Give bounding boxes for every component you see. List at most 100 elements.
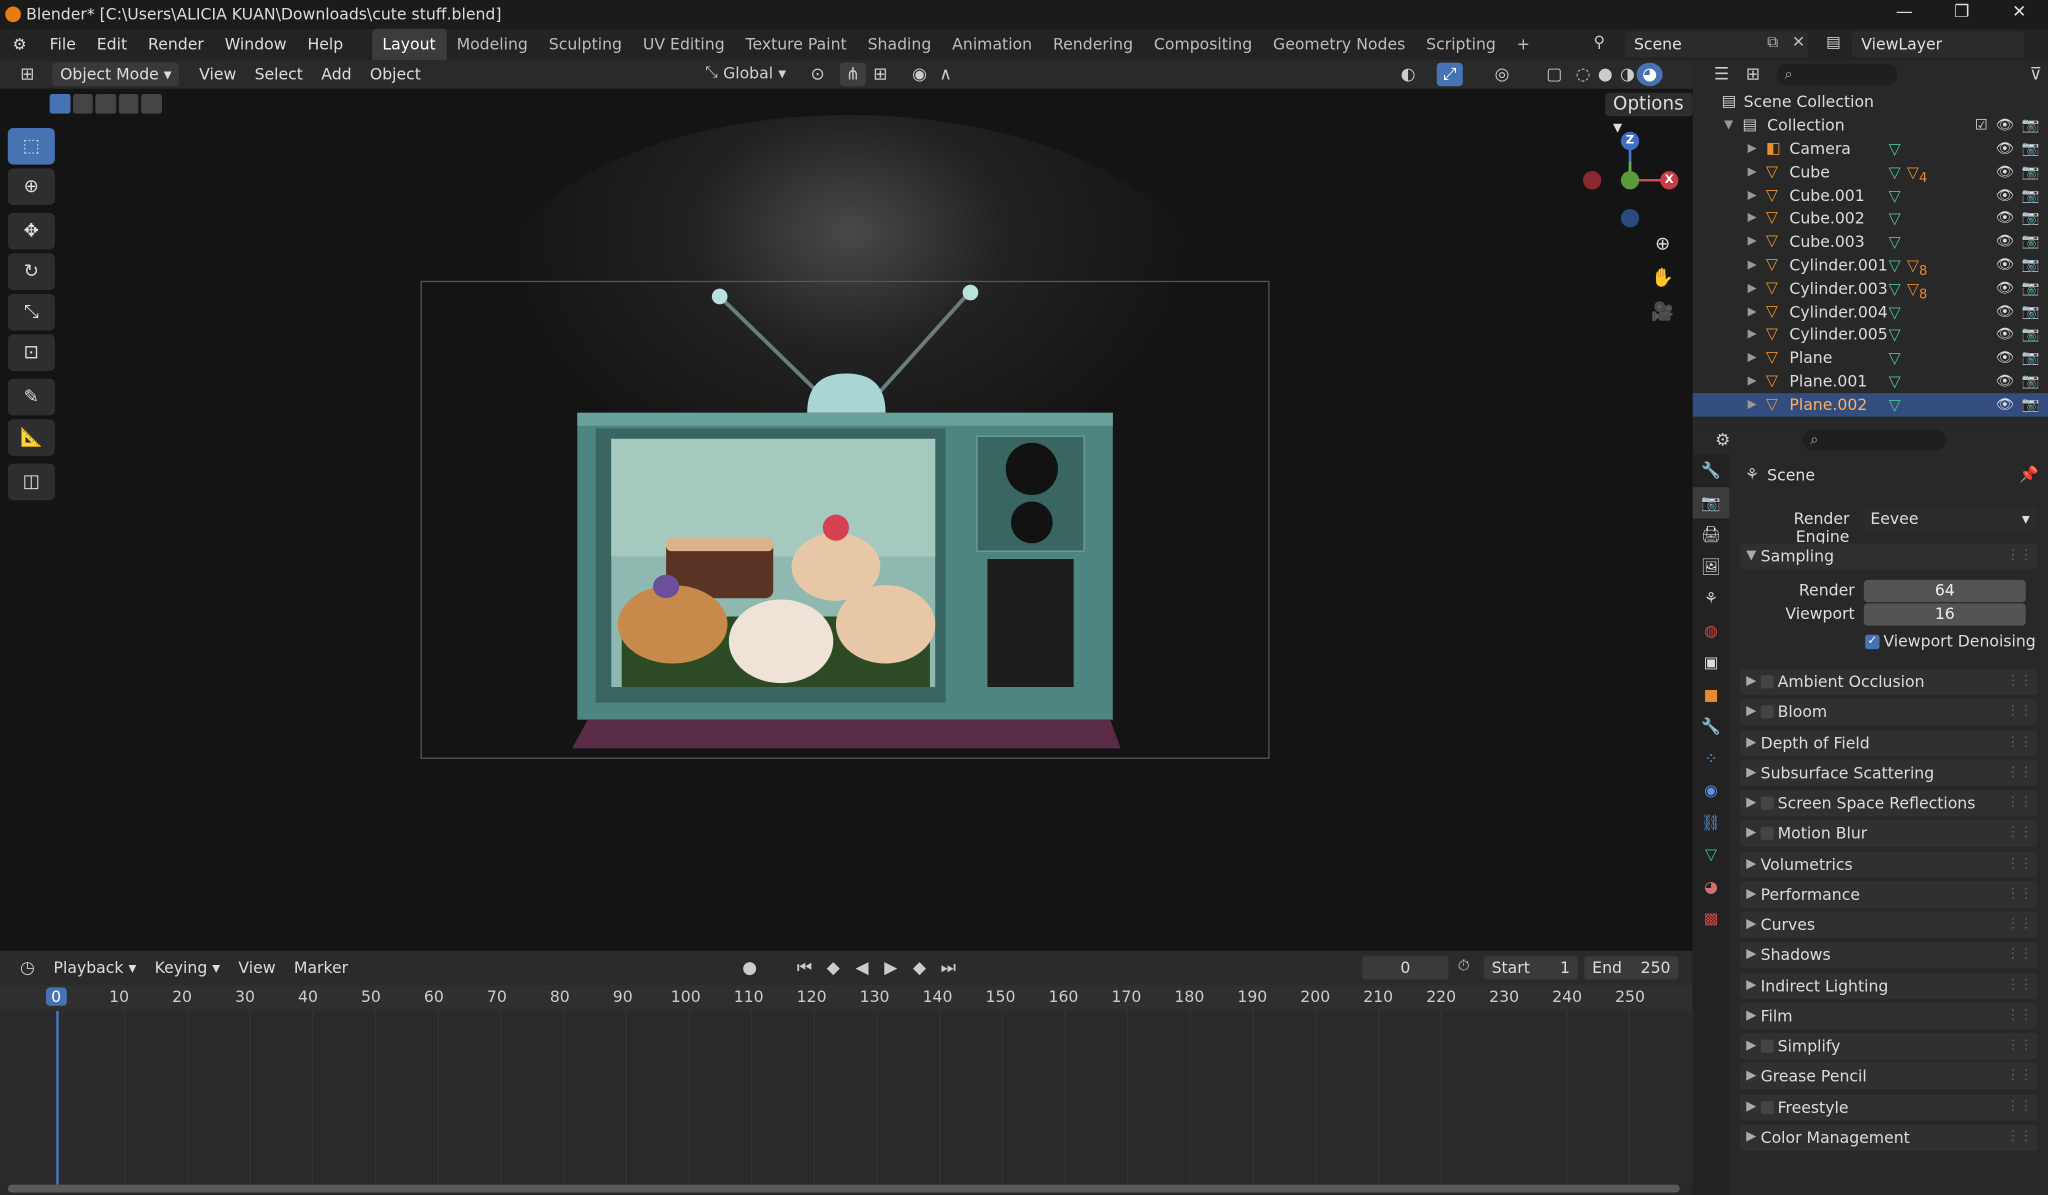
visibility-icon[interactable]: ◐ [1395, 63, 1421, 87]
tab-layout[interactable]: Layout [371, 28, 447, 61]
move-tool-icon[interactable]: ✥ [7, 212, 55, 250]
editor-type-icon[interactable]: ⊞ [10, 63, 44, 87]
world-tab-icon[interactable]: ◍ [1693, 615, 1730, 647]
panel-indirect-lighting[interactable]: ▶ Indirect Lighting ⋮⋮ [1739, 972, 2038, 999]
rendered-shading-icon[interactable]: ◕ [1636, 62, 1663, 87]
render-camera-icon[interactable]: 📷 [2022, 393, 2040, 417]
frame-ruler[interactable]: 0 10 20 30 40 50 60 70 80 90 100 110 120 130 140 150 160… [0, 984, 1693, 1011]
timeline-editor-type-icon[interactable]: ◷ [10, 956, 44, 980]
auto-keying-icon[interactable]: ● [737, 956, 763, 980]
tab-shading[interactable]: Shading [857, 29, 942, 60]
tab-compositing[interactable]: Compositing [1143, 29, 1262, 60]
render-camera-icon[interactable]: 📷 [2022, 253, 2040, 277]
expand-arrow-icon[interactable]: ▶ [1748, 253, 1757, 277]
rotate-tool-icon[interactable]: ↻ [7, 253, 55, 290]
panel-ambient-occlusion[interactable]: ▶ Ambient Occlusion ⋮⋮ [1739, 668, 2038, 695]
proportional-edit-icon[interactable]: ◉ [906, 63, 932, 87]
mesh-data-icon[interactable]: ▽ [1889, 184, 1901, 208]
new-scene-icon[interactable]: ⧉ [1767, 33, 1778, 53]
panel-freestyle[interactable]: ▶ Freestyle ⋮⋮ [1739, 1093, 2038, 1120]
constraints-tab-icon[interactable]: ⛓ [1693, 807, 1730, 839]
playhead-marker[interactable]: 0 [45, 987, 67, 1006]
mesh-data-icon[interactable]: ▽ [1889, 137, 1901, 161]
visibility-eye-icon[interactable]: 👁 [1996, 114, 2014, 138]
output-tab-icon[interactable]: 🖨 [1693, 519, 1730, 551]
mesh-data-icon[interactable]: ▽ [1889, 346, 1901, 370]
grip-icon[interactable]: ⋮⋮ [2006, 881, 2032, 907]
render-camera-icon[interactable]: 📷 [2022, 207, 2040, 231]
menu-select[interactable]: Select [245, 60, 312, 89]
mesh-data-icon[interactable]: ▽ [1889, 207, 1901, 231]
close-button[interactable]: ✕ [1992, 0, 2047, 29]
select-invert-icon[interactable] [118, 94, 139, 114]
expand-arrow-icon[interactable]: ▶ [1748, 277, 1757, 301]
panel-film[interactable]: ▶ Film ⋮⋮ [1739, 1002, 2038, 1029]
panel-grease-pencil[interactable]: ▶ Grease Pencil ⋮⋮ [1739, 1063, 2038, 1090]
delete-scene-icon[interactable]: ✕ [1792, 33, 1805, 51]
mesh-data-icon[interactable]: ▽ [1889, 277, 1901, 301]
expand-arrow-icon[interactable]: ▶ [1748, 137, 1757, 161]
menu-keying[interactable]: Keying ▾ [145, 953, 229, 982]
visibility-eye-icon[interactable]: 👁 [1996, 346, 2014, 370]
panel-color-management[interactable]: ▶ Color Management ⋮⋮ [1739, 1124, 2038, 1151]
menu-help[interactable]: Help [297, 29, 354, 60]
select-box-tool-icon[interactable]: ⬚ [7, 127, 55, 165]
blender-menu-icon[interactable]: ⚙ [0, 35, 39, 53]
object-tab-icon[interactable]: ■ [1693, 679, 1730, 711]
render-tab-icon[interactable]: 📷 [1692, 486, 1730, 519]
next-keyframe-icon[interactable]: ◆ [906, 956, 932, 980]
expand-arrow-icon[interactable]: ▶ [1748, 346, 1757, 370]
menu-object[interactable]: Object [361, 60, 430, 89]
visibility-eye-icon[interactable]: 👁 [1996, 393, 2014, 417]
timeline-area[interactable] [0, 1010, 1693, 1185]
pin-icon[interactable]: 📌 [2019, 465, 2039, 483]
zoom-icon[interactable]: ⊕ [1646, 227, 1680, 261]
outliner-scene-collection[interactable]: ▤ Scene Collection [1693, 90, 2048, 114]
end-frame-field[interactable]: End 250 [1584, 956, 1679, 980]
render-camera-icon[interactable]: 📷 [2022, 323, 2040, 347]
expand-arrow-icon[interactable]: ▶ [1748, 230, 1757, 254]
add-cube-tool-icon[interactable]: ◫ [7, 463, 55, 501]
grip-icon[interactable]: ⋮⋮ [2006, 1124, 2032, 1150]
snap-target-icon[interactable]: ⊞ [867, 63, 893, 87]
visibility-eye-icon[interactable]: 👁 [1996, 230, 2014, 254]
panel-motion-blur[interactable]: ▶ Motion Blur ⋮⋮ [1739, 820, 2038, 847]
tab-rendering[interactable]: Rendering [1043, 29, 1144, 60]
panel-curves[interactable]: ▶ Curves ⋮⋮ [1739, 911, 2038, 938]
menu-edit[interactable]: Edit [86, 29, 137, 60]
viewlayer-field[interactable]: ViewLayer [1852, 31, 2025, 58]
gizmo-toggle-icon[interactable]: ⤢ [1436, 62, 1463, 87]
annotate-tool-icon[interactable]: ✎ [7, 378, 55, 416]
menu-timeline-view[interactable]: View [229, 953, 284, 982]
expand-arrow-icon[interactable]: ▶ [1748, 323, 1757, 347]
play-icon[interactable]: ▶ [878, 956, 904, 980]
mesh-data-icon[interactable]: ▽ [1889, 160, 1901, 184]
menu-playback[interactable]: Playback ▾ [44, 953, 145, 982]
grip-icon[interactable]: ⋮⋮ [2006, 669, 2032, 695]
outliner-item[interactable]: ▶ ▽ Cube ▽ ▽4 👁 📷 [1693, 160, 2048, 185]
gizmo-x-axis[interactable]: X [1660, 171, 1679, 190]
grip-icon[interactable]: ⋮⋮ [2006, 1094, 2032, 1120]
scale-tool-icon[interactable]: ⤡ [7, 293, 55, 331]
options-dropdown[interactable]: Options ▾ [1605, 92, 1693, 138]
render-camera-icon[interactable]: 📷 [2022, 137, 2040, 161]
maximize-button[interactable]: ❐ [1934, 0, 1989, 29]
render-camera-icon[interactable]: 📷 [2022, 370, 2040, 394]
menu-view[interactable]: View [190, 60, 245, 89]
panel-enable-checkbox[interactable] [1760, 1039, 1774, 1053]
snap-icon[interactable]: ⋔ [839, 62, 866, 87]
panel-volumetrics[interactable]: ▶ Volumetrics ⋮⋮ [1739, 850, 2038, 878]
panel-enable-checkbox[interactable] [1760, 705, 1774, 719]
panel-enable-checkbox[interactable] [1760, 827, 1774, 841]
preview-range-icon[interactable]: ⏱ [1458, 956, 1470, 976]
visibility-eye-icon[interactable]: 👁 [1996, 323, 2014, 347]
mesh-data-icon[interactable]: ▽ [1889, 323, 1901, 347]
select-extend-icon[interactable] [72, 94, 93, 114]
samples-viewport-field[interactable]: 16 [1863, 603, 2026, 626]
tab-texture-paint[interactable]: Texture Paint [735, 29, 857, 60]
tab-animation[interactable]: Animation [942, 29, 1043, 60]
panel-performance[interactable]: ▶ Performance ⋮⋮ [1739, 881, 2038, 908]
viewport-denoising-checkbox[interactable]: ✓ [1865, 634, 1880, 650]
physics-tab-icon[interactable]: ◉ [1693, 775, 1730, 807]
grip-icon[interactable]: ⋮⋮ [2006, 790, 2032, 816]
